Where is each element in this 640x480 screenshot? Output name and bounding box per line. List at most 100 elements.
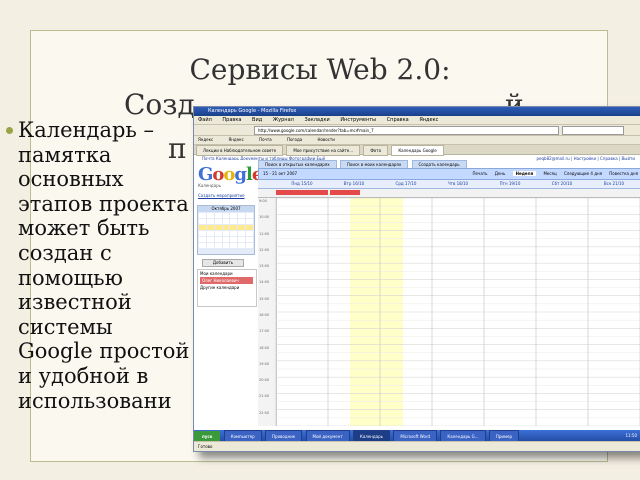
mini-calendar-day[interactable] bbox=[222, 213, 230, 218]
mini-calendar-day[interactable] bbox=[230, 213, 238, 218]
day-header[interactable]: Срд 17/10 bbox=[380, 180, 432, 188]
menu-item[interactable]: Журнал bbox=[273, 117, 294, 123]
menu-item[interactable]: Вид bbox=[252, 117, 262, 123]
toolbar-item[interactable]: Новости bbox=[317, 137, 334, 142]
view-agenda[interactable]: Повестка дня bbox=[609, 171, 638, 176]
create-event-link[interactable]: Создать мероприятие bbox=[198, 193, 245, 198]
day-header[interactable]: Пнд 15/10 bbox=[276, 180, 328, 188]
menu-bar: Файл Правка Вид Журнал Закладки Инструме… bbox=[194, 116, 640, 125]
clock: 11:50 bbox=[625, 433, 637, 438]
mini-calendar-day[interactable] bbox=[206, 213, 214, 218]
mini-calendar-day[interactable] bbox=[246, 213, 253, 218]
calendar-page: Google Календарь Создать мероприятие Окт… bbox=[194, 160, 640, 430]
menu-item[interactable]: Правка bbox=[222, 117, 241, 123]
mini-calendar-day[interactable] bbox=[238, 219, 246, 224]
date-range: 15 - 21 окт 2007 bbox=[263, 171, 298, 176]
view-day[interactable]: День bbox=[495, 171, 506, 176]
other-calendars-label[interactable]: Другие календари bbox=[200, 284, 256, 291]
mini-calendar-day[interactable] bbox=[206, 231, 214, 236]
week-grid[interactable]: 9:00 10:00 11:00 12:00 13:00 14:00 15:00 16:00 1… bbox=[258, 198, 640, 426]
mini-calendar-day[interactable] bbox=[222, 219, 230, 224]
mini-calendar-day[interactable] bbox=[206, 225, 214, 230]
mini-calendar-day[interactable] bbox=[222, 243, 230, 248]
mini-calendar-day[interactable] bbox=[206, 243, 214, 248]
mini-calendar-grid[interactable] bbox=[198, 212, 254, 249]
day-header[interactable]: Вск 21/10 bbox=[588, 180, 640, 188]
mini-calendar-day[interactable] bbox=[199, 237, 206, 242]
mini-calendar-day[interactable] bbox=[238, 231, 246, 236]
mini-calendar-day[interactable] bbox=[230, 225, 238, 230]
day-header[interactable]: Чтв 18/10 bbox=[432, 180, 484, 188]
calendar-sidebar: Google Календарь Создать мероприятие Окт… bbox=[194, 160, 263, 430]
search-input[interactable] bbox=[562, 126, 624, 135]
mini-calendar-day[interactable] bbox=[246, 219, 253, 224]
mini-calendar-day[interactable] bbox=[230, 231, 238, 236]
mini-calendar-day[interactable] bbox=[230, 243, 238, 248]
calendar-search-tabs: Поиск в открытых календарях Поиск в моих… bbox=[258, 160, 640, 170]
toolbar-item[interactable]: Почта bbox=[259, 137, 272, 142]
mini-calendar-day[interactable] bbox=[199, 243, 206, 248]
mini-calendar-day[interactable] bbox=[246, 225, 253, 230]
mini-calendar-day[interactable] bbox=[214, 225, 222, 230]
grid-lines bbox=[275, 198, 640, 426]
mini-calendar-day[interactable] bbox=[222, 231, 230, 236]
mini-calendar-day[interactable] bbox=[246, 231, 253, 236]
mini-calendar-day[interactable] bbox=[214, 243, 222, 248]
mini-calendar-day[interactable] bbox=[214, 237, 222, 242]
menu-item[interactable]: Яндекс bbox=[419, 117, 438, 123]
mini-calendar-day[interactable] bbox=[238, 213, 246, 218]
mini-calendar-day[interactable] bbox=[199, 231, 206, 236]
nav-toolbar: http://www.google.com/calendar/render?ta… bbox=[194, 125, 640, 136]
address-bar[interactable]: http://www.google.com/calendar/render?ta… bbox=[254, 126, 559, 135]
browser-screenshot: Календарь Google - Mozilla Firefox Файл … bbox=[193, 106, 640, 452]
mini-calendar-day[interactable] bbox=[238, 237, 246, 242]
date-range-bar: 15 - 21 окт 2007 Печать День Неделя Меся… bbox=[258, 168, 640, 180]
view-month[interactable]: Месяц bbox=[543, 171, 556, 176]
google-logo: Google bbox=[198, 164, 263, 185]
menu-item[interactable]: Инструменты bbox=[340, 117, 376, 123]
calendar-item[interactable]: Олег Николаевич bbox=[200, 277, 253, 284]
menu-item[interactable]: Закладки bbox=[304, 117, 329, 123]
day-header[interactable]: Втр 16/10 bbox=[328, 180, 380, 188]
mini-calendar-day[interactable] bbox=[214, 231, 222, 236]
mini-calendar-day[interactable] bbox=[214, 213, 222, 218]
toolbar-item[interactable]: Яндекс bbox=[229, 137, 244, 142]
toolbar-item[interactable]: Яндекс bbox=[198, 137, 213, 142]
logo-subtitle: Календарь bbox=[198, 183, 222, 188]
print-button[interactable]: Печать bbox=[473, 171, 488, 176]
all-day-event[interactable] bbox=[330, 190, 360, 195]
mini-calendar-day[interactable] bbox=[206, 237, 214, 242]
mini-calendar-day[interactable] bbox=[206, 219, 214, 224]
yandex-toolbar: Яндекс Яндекс Почта Погода Новости bbox=[194, 136, 640, 145]
mini-calendar-day[interactable] bbox=[222, 225, 230, 230]
menu-item[interactable]: Справка bbox=[387, 117, 409, 123]
mini-calendar-day[interactable] bbox=[222, 237, 230, 242]
all-day-row bbox=[258, 189, 640, 198]
calendar-main: Поиск в открытых календарях Поиск в моих… bbox=[258, 160, 640, 430]
bullet-marker-icon bbox=[6, 127, 13, 134]
view-4days[interactable]: Следующие 4 дня bbox=[564, 171, 602, 176]
mini-calendar-day[interactable] bbox=[246, 243, 253, 248]
my-calendars-box: Мои календари Олег Николаевич Другие кал… bbox=[197, 269, 257, 307]
mini-calendar-day[interactable] bbox=[230, 237, 238, 242]
mini-calendar-day[interactable] bbox=[199, 219, 206, 224]
add-calendar-button[interactable]: Добавить bbox=[202, 259, 244, 267]
mini-calendar-day[interactable] bbox=[238, 225, 246, 230]
mini-calendar-day[interactable] bbox=[246, 237, 253, 242]
day-header[interactable]: Сбт 20/10 bbox=[536, 180, 588, 188]
taskbar: пуск Компьютер Проводник Мой документ Ка… bbox=[194, 430, 640, 443]
mini-calendar-day[interactable] bbox=[199, 225, 206, 230]
view-week[interactable]: Неделя bbox=[512, 171, 537, 176]
day-headers: Пнд 15/10 Втр 16/10 Срд 17/10 Чтв 18/10 … bbox=[258, 180, 640, 189]
day-header[interactable]: Птн 19/10 bbox=[484, 180, 536, 188]
mini-calendar-day[interactable] bbox=[230, 219, 238, 224]
all-day-event[interactable] bbox=[276, 190, 328, 195]
mini-calendar-day[interactable] bbox=[238, 243, 246, 248]
mini-calendar-day[interactable] bbox=[199, 213, 206, 218]
mini-calendar[interactable]: Октябрь 2007 bbox=[197, 205, 255, 255]
slide-title: Сервисы Web 2.0: bbox=[189, 53, 451, 86]
toolbar-item[interactable]: Погода bbox=[287, 137, 302, 142]
menu-item[interactable]: Файл bbox=[198, 117, 212, 123]
slide-title-line2: Созд bbox=[124, 88, 195, 121]
mini-calendar-day[interactable] bbox=[214, 219, 222, 224]
